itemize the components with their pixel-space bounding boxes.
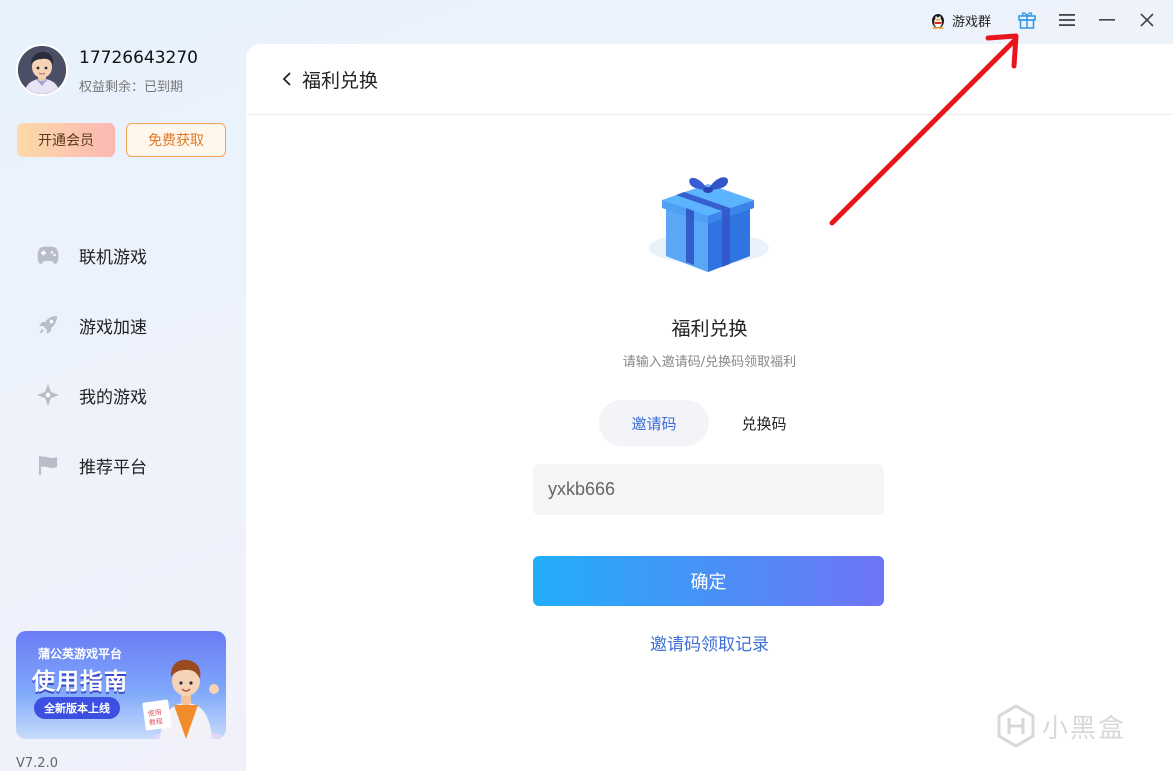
main-panel: 福利兑换 福利兑换 请输入邀请码/兑换码领取福利 邀请码 兑换码 确定 邀请码领…	[246, 44, 1173, 771]
banner-character-image: 使用 教程	[142, 659, 222, 739]
sidebar-item-label: 联机游戏	[79, 247, 147, 268]
code-type-tabs: 邀请码 兑换码	[599, 400, 819, 446]
redeem-title: 福利兑换	[671, 318, 748, 340]
qq-penguin-icon	[931, 14, 944, 29]
star-diamond-icon	[36, 383, 60, 407]
flag-icon	[36, 453, 60, 477]
gift-box-illustration	[649, 177, 769, 272]
sidebar-nav: 联机游戏 游戏加速 我的游戏 推荐平台	[0, 220, 246, 500]
title-bar: 游戏群	[853, 0, 1173, 40]
heybox-logo-icon	[997, 704, 1035, 748]
sidebar-item-label: 推荐平台	[79, 457, 147, 478]
sidebar-item-label: 游戏加速	[79, 317, 147, 338]
minimize-button[interactable]	[1087, 0, 1127, 40]
invite-record-link[interactable]: 邀请码领取记录	[246, 630, 1173, 655]
watermark: 小黑盒	[996, 704, 1126, 748]
qq-group-label: 游戏群	[951, 14, 991, 30]
menu-button[interactable]	[1047, 0, 1087, 40]
redeem-subtitle: 请输入邀请码/兑换码领取福利	[622, 355, 797, 370]
code-input[interactable]	[533, 464, 884, 515]
gift-icon	[1018, 12, 1036, 29]
gift-button[interactable]	[1007, 0, 1047, 40]
tab-invite-code[interactable]: 邀请码	[599, 400, 709, 446]
menu-icon	[1059, 14, 1075, 26]
avatar[interactable]	[16, 44, 68, 96]
app-version: V7.2.0	[16, 756, 58, 771]
sidebar-item-label: 我的游戏	[79, 387, 147, 408]
banner-pill: 全新版本上线	[34, 697, 120, 719]
close-button[interactable]	[1127, 0, 1167, 40]
sidebar-item-online-games[interactable]: 联机游戏	[0, 220, 246, 290]
user-phone: 17726643270	[79, 48, 198, 68]
chevron-left-icon	[282, 72, 291, 86]
open-vip-button[interactable]: 开通会员	[17, 123, 115, 157]
minimize-icon	[1099, 19, 1115, 21]
guide-banner[interactable]: 蒲公英游戏平台 使用指南 全新版本上线 使用 教程	[16, 631, 226, 739]
gamepad-icon	[36, 243, 60, 267]
sidebar-item-my-games[interactable]: 我的游戏	[0, 360, 246, 430]
banner-platform: 蒲公英游戏平台	[38, 647, 123, 661]
rights-value: 已到期	[144, 80, 184, 95]
rocket-icon	[36, 313, 60, 337]
close-icon	[1140, 13, 1154, 27]
qq-group-button[interactable]: 游戏群	[929, 0, 991, 40]
page-title: 福利兑换	[302, 69, 379, 92]
avatar-image	[18, 46, 66, 94]
sidebar-item-game-boost[interactable]: 游戏加速	[0, 290, 246, 360]
sidebar: 17726643270 权益剩余：已到期 开通会员 免费获取 联机游戏 游戏加速…	[0, 0, 246, 771]
sidebar-item-recommended[interactable]: 推荐平台	[0, 430, 246, 500]
free-get-button[interactable]: 免费获取	[126, 123, 226, 157]
rights-status: 权益剩余：已到期	[79, 76, 183, 95]
back-button[interactable]: 福利兑换	[282, 66, 378, 93]
tab-redeem-code[interactable]: 兑换码	[709, 400, 819, 446]
confirm-button[interactable]: 确定	[533, 556, 884, 606]
banner-title: 使用指南	[32, 669, 128, 695]
watermark-text: 小黑盒	[1042, 713, 1127, 744]
rights-label: 权益剩余：	[79, 80, 145, 95]
page-header: 福利兑换	[246, 44, 1173, 115]
